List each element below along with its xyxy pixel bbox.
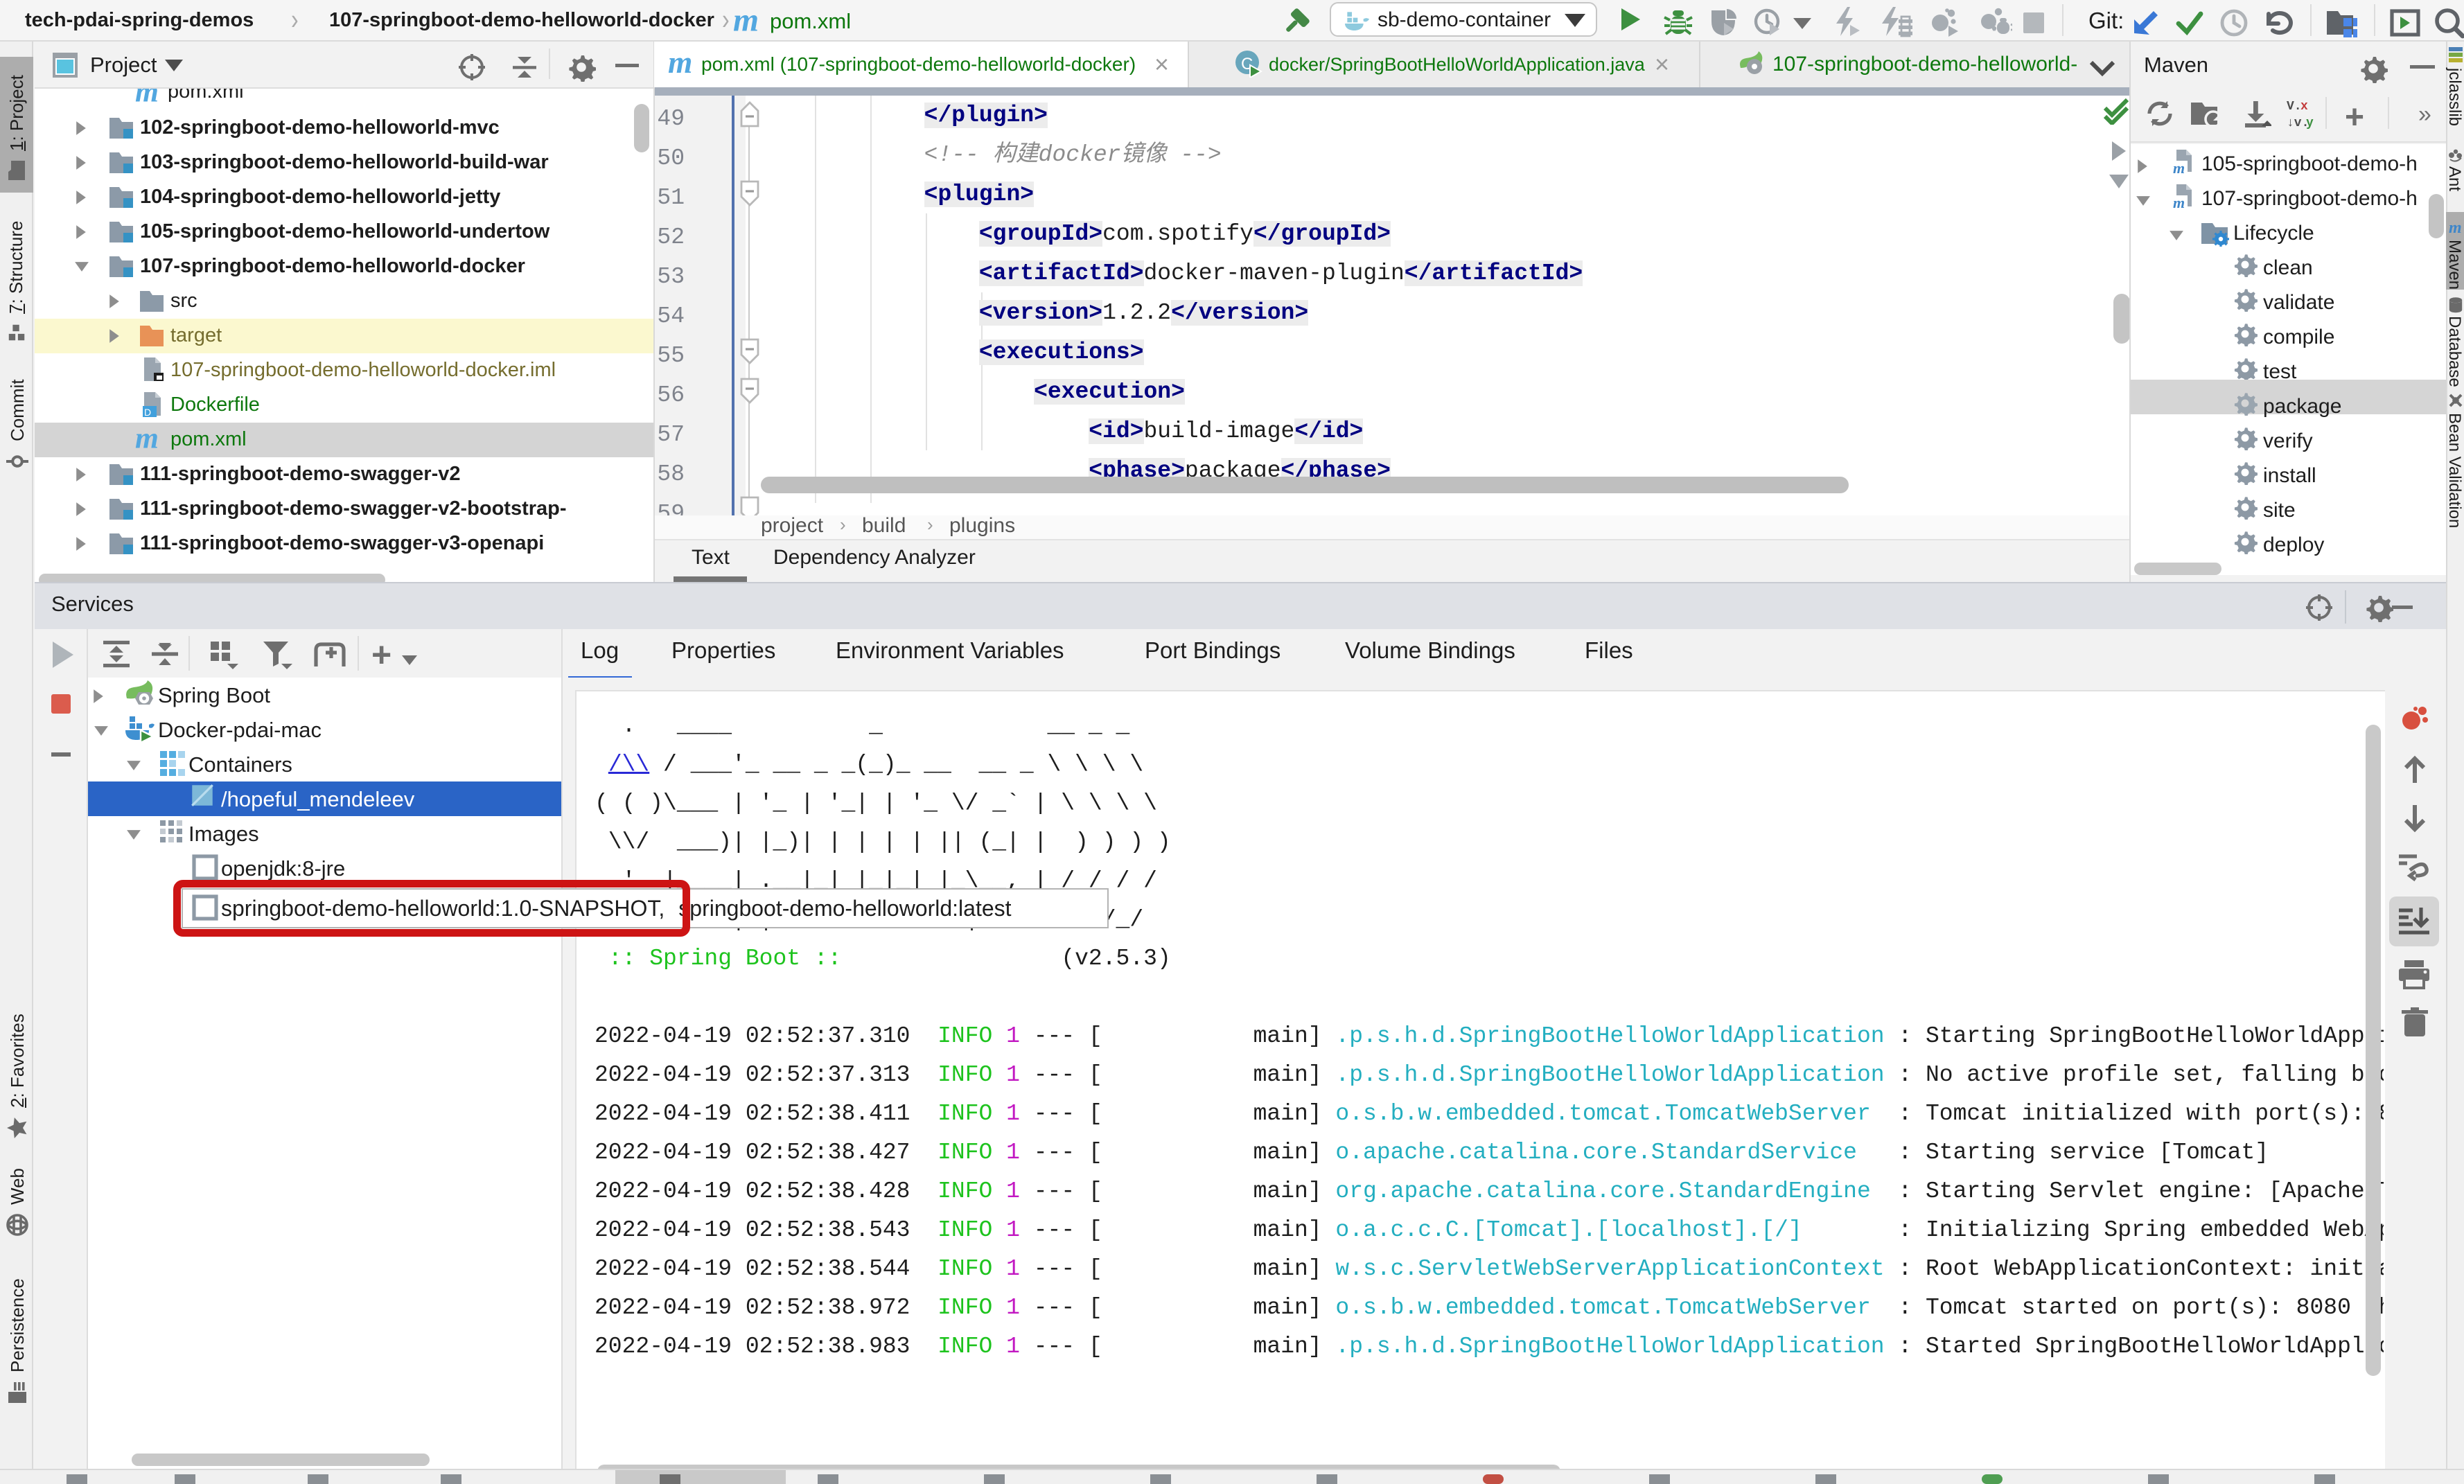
- svg-text:m: m: [2173, 159, 2185, 176]
- svg-text:m: m: [2173, 194, 2185, 211]
- svg-text:y: y: [2306, 116, 2314, 129]
- svg-text:x: x: [2300, 100, 2308, 114]
- svg-text:m: m: [135, 89, 159, 105]
- svg-text:m: m: [135, 424, 159, 452]
- svg-text:D: D: [144, 407, 151, 417]
- svg-text:m: m: [733, 6, 759, 36]
- svg-text:V.: V.: [2287, 100, 2302, 114]
- svg-text:m: m: [668, 48, 692, 78]
- svg-text:m: m: [2449, 219, 2462, 236]
